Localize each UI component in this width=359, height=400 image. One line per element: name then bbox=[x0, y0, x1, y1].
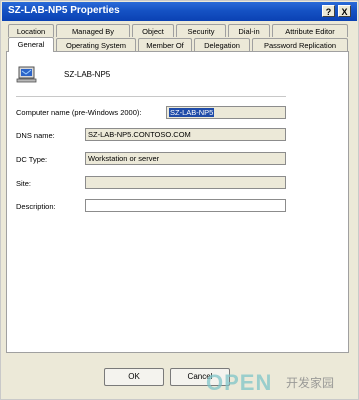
watermark-logo: OPEN 开发家园 bbox=[206, 370, 334, 395]
tab-dial-in[interactable]: Dial-in bbox=[228, 24, 270, 37]
tab-object[interactable]: Object bbox=[132, 24, 174, 37]
tab-member-of[interactable]: Member Of bbox=[138, 38, 192, 51]
help-button[interactable]: ? bbox=[322, 5, 335, 17]
dc-type-label: DC Type: bbox=[16, 155, 48, 164]
computer-name-label: Computer name (pre-Windows 2000): bbox=[16, 108, 142, 117]
ok-button[interactable]: OK bbox=[104, 368, 164, 386]
window-title: SZ-LAB-NP5 Properties bbox=[8, 5, 120, 16]
site-label: Site: bbox=[16, 179, 32, 188]
tab-managed-by[interactable]: Managed By bbox=[56, 24, 130, 37]
title-bar[interactable]: SZ-LAB-NP5 Properties ? X bbox=[2, 2, 357, 21]
tab-general[interactable]: General bbox=[8, 37, 54, 52]
description-field[interactable] bbox=[85, 199, 286, 212]
computer-name-value: SZ-LAB-NP5 bbox=[169, 108, 215, 117]
tab-password-replication[interactable]: Password Replication bbox=[252, 38, 348, 51]
tab-attribute-editor[interactable]: Attribute Editor bbox=[272, 24, 348, 37]
dns-name-label: DNS name: bbox=[16, 131, 55, 140]
close-button[interactable]: X bbox=[338, 5, 351, 17]
watermark-cjk: 开发家园 bbox=[286, 375, 334, 390]
description-label: Description: bbox=[16, 202, 56, 211]
computer-icon bbox=[16, 66, 37, 83]
tab-security[interactable]: Security bbox=[176, 24, 226, 37]
tab-location[interactable]: Location bbox=[8, 24, 54, 37]
dc-type-field[interactable]: Workstation or server bbox=[85, 152, 286, 165]
watermark-brand: OPEN bbox=[206, 370, 272, 395]
object-name: SZ-LAB-NP5 bbox=[64, 70, 111, 79]
site-field[interactable] bbox=[85, 176, 286, 189]
tab-delegation[interactable]: Delegation bbox=[194, 38, 250, 51]
separator bbox=[16, 96, 286, 97]
tab-operating-system[interactable]: Operating System bbox=[56, 38, 136, 51]
dns-name-field[interactable]: SZ-LAB-NP5.CONTOSO.COM bbox=[85, 128, 286, 141]
computer-name-field[interactable]: SZ-LAB-NP5 bbox=[166, 106, 286, 119]
